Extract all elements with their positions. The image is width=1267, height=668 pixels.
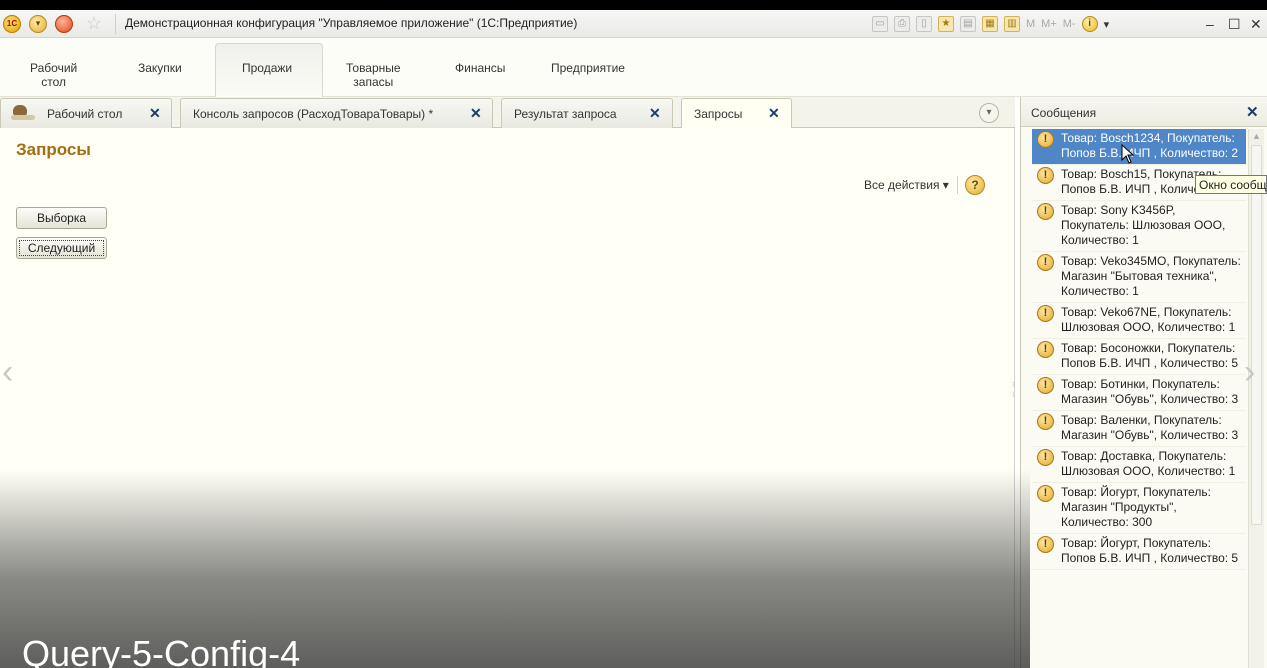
history-icon[interactable]: ▤ xyxy=(960,16,976,32)
tab-query-console[interactable]: Консоль запросов (РасходТовараТовары) * … xyxy=(180,98,493,128)
scroll-thumb[interactable] xyxy=(1251,145,1262,525)
warning-icon: ! xyxy=(1037,413,1054,430)
open-windows-tabstrip: Рабочий стол ✕ Консоль запросов (РасходТ… xyxy=(0,97,1015,129)
messages-header: Сообщения ✕ xyxy=(1021,97,1267,127)
warning-icon: ! xyxy=(1037,305,1054,322)
scroll-up-icon[interactable]: ▲ xyxy=(1252,131,1261,141)
select-button[interactable]: Выборка xyxy=(16,207,107,229)
message-item[interactable]: ! Товар: Veko67NE, Покупатель: Шлюзовая О… xyxy=(1032,303,1246,339)
message-item[interactable]: ! Товар: Валенки, Покупатель: Магазин "Об… xyxy=(1032,411,1246,447)
memory-button[interactable]: M xyxy=(1026,18,1035,30)
messages-title: Сообщения xyxy=(1031,106,1097,120)
title-separator xyxy=(115,14,116,34)
add-favorite-icon[interactable]: ★ xyxy=(938,16,954,32)
warning-icon: ! xyxy=(1037,131,1054,148)
section-inventory[interactable]: Товарные запасы xyxy=(346,61,401,89)
message-item[interactable]: ! Товар: Босоножки, Покупатель: Попов Б.В… xyxy=(1032,339,1246,375)
message-item[interactable]: ! Товар: Йогурт, Покупатель: Попов Б.В. И… xyxy=(1032,534,1246,570)
info-dropdown-icon[interactable]: ▾ xyxy=(1104,18,1110,31)
warning-icon: ! xyxy=(1037,449,1054,466)
info-icon[interactable]: i xyxy=(1081,16,1098,32)
form-title: Запросы xyxy=(16,140,91,159)
warning-icon: ! xyxy=(1037,254,1054,271)
tab-query-result[interactable]: Результат запроса ✕ xyxy=(501,98,673,128)
tab-queries[interactable]: Запросы ✕ xyxy=(681,98,792,129)
preview-icon[interactable]: ▯ xyxy=(916,16,932,32)
close-tab-icon[interactable]: ✕ xyxy=(649,105,661,121)
desktop-hat-icon xyxy=(11,105,35,121)
warning-icon: ! xyxy=(1037,377,1054,394)
message-item[interactable]: ! Товар: Bosch1234, Покупатель: Попов Б.В… xyxy=(1032,129,1246,165)
message-item[interactable]: ! Товар: Ботинки, Покупатель: Магазин "Об… xyxy=(1032,375,1246,411)
message-item[interactable]: ! Товар: Veko345MO, Покупатель: Магазин "… xyxy=(1032,252,1246,303)
actions-separator xyxy=(957,176,958,194)
section-purchases[interactable]: Закупки xyxy=(138,61,182,75)
warning-icon: ! xyxy=(1037,203,1054,220)
window-icon[interactable]: ▭ xyxy=(872,16,888,32)
tab-label: Результат запроса xyxy=(514,107,617,121)
section-enterprise[interactable]: Предприятие xyxy=(551,61,625,75)
section-sales[interactable]: Продажи xyxy=(242,61,292,75)
mouse-cursor-icon xyxy=(1121,144,1135,164)
title-bar: 1С ▾ ☆ Демонстрационная конфигурация "Уп… xyxy=(0,10,1267,38)
message-item[interactable]: ! Товар: Sony K3456P, Покупатель: Шлюзова… xyxy=(1032,201,1246,252)
close-window-button[interactable]: ✕ xyxy=(1250,16,1262,32)
tabs-menu-chevron-icon[interactable]: ▾ xyxy=(979,103,999,123)
top-black-band xyxy=(0,0,1267,10)
nav-back-arrow-icon[interactable]: ‹ xyxy=(2,355,13,389)
minimize-button[interactable]: – xyxy=(1206,16,1214,32)
memory-minus-button[interactable]: M- xyxy=(1063,18,1076,30)
warning-icon: ! xyxy=(1037,341,1054,358)
warning-icon: ! xyxy=(1037,536,1054,553)
next-button[interactable]: Следующий xyxy=(16,237,107,259)
messages-tooltip: Окно сообщений xyxy=(1195,175,1267,194)
video-caption: Query-5-Config-4 xyxy=(22,633,301,668)
help-icon[interactable]: ? xyxy=(965,175,985,195)
message-item[interactable]: ! Товар: Йогурт, Покупатель: Магазин "Про… xyxy=(1032,483,1246,534)
sections-panel: Рабочий стол Закупки Продажи Товарные за… xyxy=(0,38,1267,97)
app-logo-icon[interactable]: 1С xyxy=(3,15,21,33)
panel-splitter[interactable]: ⁝ ⁝ xyxy=(1012,380,1015,400)
nav-forward-arrow-icon[interactable]: › xyxy=(1244,355,1255,389)
tab-label: Рабочий стол xyxy=(47,107,123,121)
maximize-button[interactable]: ☐ xyxy=(1228,16,1241,32)
close-tab-icon[interactable]: ✕ xyxy=(149,105,161,121)
close-tab-icon[interactable]: ✕ xyxy=(768,105,780,121)
section-desktop[interactable]: Рабочий стол xyxy=(30,61,77,89)
messages-scrollbar[interactable]: ▲ xyxy=(1248,129,1264,668)
main-menu-icon[interactable]: ▾ xyxy=(29,15,47,33)
all-actions-menu[interactable]: Все действия ▾ xyxy=(864,178,949,192)
tab-desktop[interactable]: Рабочий стол ✕ xyxy=(0,98,172,128)
tab-label: Запросы xyxy=(694,107,743,121)
section-finance[interactable]: Финансы xyxy=(455,61,505,75)
close-messages-icon[interactable]: ✕ xyxy=(1246,103,1259,121)
window-title: Демонстрационная конфигурация "Управляем… xyxy=(125,16,578,30)
tab-label: Консоль запросов (РасходТовараТовары) * xyxy=(193,107,434,121)
print-icon[interactable]: ⎙ xyxy=(894,16,910,32)
calculator-icon[interactable]: ▦ xyxy=(982,16,998,32)
calendar-icon[interactable]: ▥ xyxy=(1004,16,1020,32)
memory-plus-button[interactable]: M+ xyxy=(1041,18,1057,30)
favorites-star-icon[interactable]: ☆ xyxy=(86,13,102,33)
messages-list[interactable]: ! Товар: Bosch1234, Покупатель: Попов Б.В… xyxy=(1032,129,1246,668)
record-icon[interactable] xyxy=(55,15,73,33)
queries-form: Запросы Все действия ▾ ? Выборка Следующ… xyxy=(0,128,1015,668)
message-item[interactable]: ! Товар: Доставка, Покупатель: Шлюзовая О… xyxy=(1032,447,1246,483)
warning-icon: ! xyxy=(1037,167,1054,184)
title-toolbar: ▭ ⎙ ▯ ★ ▤ ▦ ▥ M M+ M- i ▾ xyxy=(872,14,1109,34)
close-tab-icon[interactable]: ✕ xyxy=(470,105,482,121)
warning-icon: ! xyxy=(1037,485,1054,502)
